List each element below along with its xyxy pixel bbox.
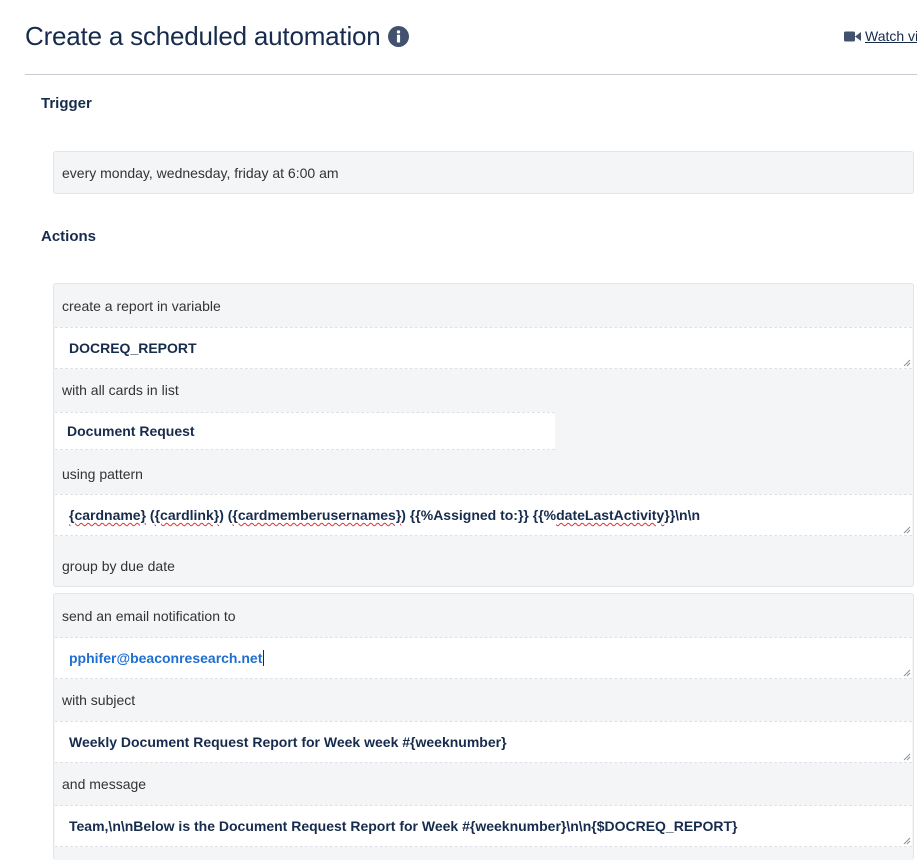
page-header: Create a scheduled automation	[25, 18, 409, 54]
header-divider	[25, 74, 917, 75]
actions-heading: Actions	[41, 228, 97, 245]
subject-label: with subject	[62, 692, 136, 708]
pattern-cardname: {cardname}	[69, 507, 147, 523]
list-name-field[interactable]: Document Request	[55, 412, 555, 450]
resize-grip-icon[interactable]	[902, 836, 911, 845]
trigger-text: every monday, wednesday, friday at 6:00 …	[62, 164, 339, 181]
email-subject-value: Weekly Document Request Report for Week …	[69, 734, 507, 750]
pattern-value: {cardname} ({cardlink}) ({cardmemberuser…	[69, 507, 700, 523]
video-camera-icon	[844, 31, 861, 41]
list-name-value: Document Request	[67, 423, 195, 439]
trigger-summary[interactable]: every monday, wednesday, friday at 6:00 …	[53, 151, 914, 194]
report-action-card[interactable]: create a report in variable DOCREQ_REPOR…	[53, 283, 914, 587]
email-to-value: pphifer@beaconresearch.net	[69, 650, 263, 666]
cards-in-list-label: with all cards in list	[62, 382, 179, 398]
pattern-last-activity: dateLastActivity	[556, 507, 665, 523]
pattern-part-assigned: ) {{%Assigned to:}} {{%	[401, 507, 557, 523]
pattern-members: {cardmemberusernames}	[232, 507, 402, 523]
group-by-label: group by due date	[62, 558, 175, 574]
pattern-part-open: (	[146, 507, 155, 523]
page-title: Create a scheduled automation	[25, 20, 381, 51]
resize-grip-icon[interactable]	[902, 752, 911, 761]
send-email-label: send an email notification to	[62, 608, 236, 624]
create-report-label: create a report in variable	[62, 298, 221, 314]
message-label: and message	[62, 776, 147, 792]
watch-video-link[interactable]: Watch vi	[844, 28, 917, 44]
report-variable-field[interactable]: DOCREQ_REPORT	[55, 327, 912, 369]
report-variable-value: DOCREQ_REPORT	[69, 340, 197, 356]
email-action-card[interactable]: send an email notification to pphifer@be…	[53, 593, 914, 860]
pattern-field[interactable]: {cardname} ({cardlink}) ({cardmemberuser…	[55, 494, 912, 536]
using-pattern-label: using pattern	[62, 466, 143, 482]
trigger-heading: Trigger	[41, 95, 92, 112]
pattern-part-tail: }}\n\n	[664, 507, 701, 523]
resize-grip-icon[interactable]	[902, 525, 911, 534]
text-caret	[263, 650, 265, 666]
email-subject-field[interactable]: Weekly Document Request Report for Week …	[55, 721, 912, 763]
email-message-field[interactable]: Team,\n\nBelow is the Document Request R…	[55, 805, 912, 847]
resize-grip-icon[interactable]	[902, 668, 911, 677]
email-message-value: Team,\n\nBelow is the Document Request R…	[69, 818, 738, 834]
pattern-cardlink: {cardlink}	[154, 507, 220, 523]
pattern-part-mid: ) (	[219, 507, 233, 523]
email-to-field[interactable]: pphifer@beaconresearch.net	[55, 637, 912, 679]
resize-grip-icon[interactable]	[902, 358, 911, 367]
info-circle-icon[interactable]	[387, 25, 409, 47]
watch-video-label: Watch vi	[865, 28, 917, 44]
